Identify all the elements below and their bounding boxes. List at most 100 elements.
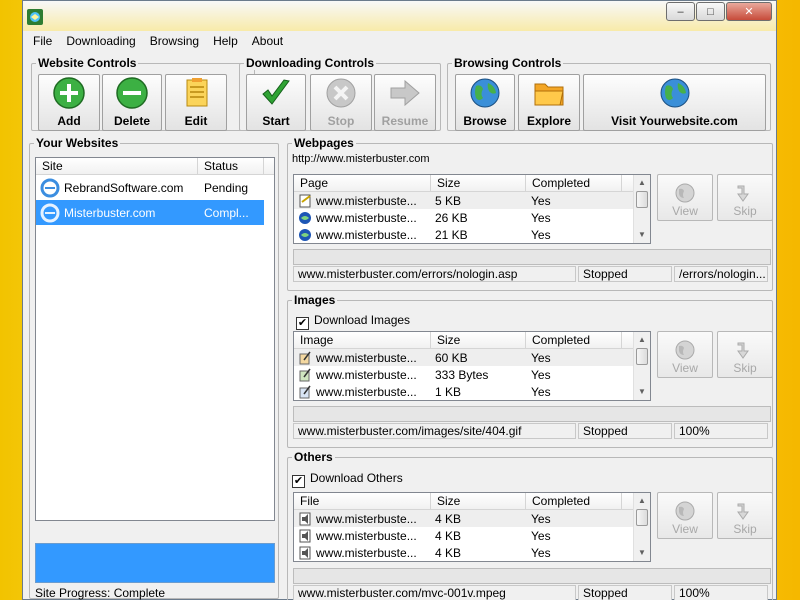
site-status: Pending <box>204 180 249 195</box>
column-image[interactable]: Image <box>294 332 431 348</box>
arrow-right-icon <box>390 79 420 107</box>
column-file[interactable]: File <box>294 493 431 509</box>
stop-icon <box>326 78 356 108</box>
visit-website-button[interactable]: Visit Yourwebsite.com <box>583 74 766 131</box>
globe-icon <box>660 78 689 108</box>
menu-file[interactable]: File <box>26 31 59 53</box>
maximize-button[interactable]: □ <box>696 2 725 21</box>
scroll-down-icon[interactable]: ▼ <box>634 545 650 561</box>
webpages-skip-button[interactable]: Skip <box>717 174 773 221</box>
cell-name: www.misterbuste... <box>316 210 417 225</box>
minimize-button[interactable]: – <box>666 2 695 21</box>
media-file-icon <box>299 512 311 525</box>
cell-size: 333 Bytes <box>435 367 489 382</box>
checkbox-icon[interactable]: ✔ <box>296 317 309 330</box>
scroll-thumb[interactable] <box>636 191 648 208</box>
status-url: www.misterbuster.com/mvc-001v.mpeg <box>293 585 576 600</box>
others-view-button[interactable]: View <box>657 492 713 539</box>
start-label: Start <box>262 114 290 128</box>
download-images-checkbox[interactable]: ✔ Download Images <box>296 313 410 330</box>
column-completed[interactable]: Completed <box>526 493 622 509</box>
websites-list-header: Site Status <box>36 158 274 175</box>
browse-label: Browse <box>463 114 507 128</box>
table-row[interactable]: www.misterbuste... 21 KB Yes <box>294 226 650 243</box>
scroll-up-icon[interactable]: ▲ <box>634 175 650 191</box>
title-bar[interactable]: – □ ✕ <box>23 1 776 31</box>
table-row[interactable]: www.misterbuste... 333 Bytes Yes <box>294 366 650 383</box>
list-item-selected[interactable]: Misterbuster.com Compl... <box>36 200 264 225</box>
column-completed[interactable]: Completed <box>526 175 622 191</box>
images-list[interactable]: Image Size Completed www.misterbuste... … <box>293 331 651 401</box>
edit-button[interactable]: Edit <box>165 74 227 131</box>
add-label: Add <box>57 114 81 128</box>
scroll-up-icon[interactable]: ▲ <box>634 332 650 348</box>
scroll-down-icon[interactable]: ▼ <box>634 227 650 243</box>
column-size[interactable]: Size <box>431 332 526 348</box>
site-status: Compl... <box>204 205 249 220</box>
explore-label: Explore <box>526 114 571 128</box>
add-button[interactable]: Add <box>38 74 100 131</box>
menu-browsing[interactable]: Browsing <box>143 31 206 53</box>
cell-completed: Yes <box>531 384 551 399</box>
column-site[interactable]: Site <box>36 158 198 174</box>
stop-button[interactable]: Stop <box>310 74 372 131</box>
column-status[interactable]: Status <box>198 158 264 174</box>
table-row[interactable]: www.misterbuste... 4 KB Yes <box>294 527 650 544</box>
column-page[interactable]: Page <box>294 175 431 191</box>
column-completed[interactable]: Completed <box>526 332 622 348</box>
close-button[interactable]: ✕ <box>726 2 772 21</box>
scroll-thumb[interactable] <box>636 509 648 526</box>
menu-bar: File Downloading Browsing Help About <box>23 31 776 53</box>
menu-about[interactable]: About <box>245 31 290 53</box>
resume-button[interactable]: Resume <box>374 74 436 131</box>
others-scrollbar[interactable]: ▲ ▼ <box>633 493 650 561</box>
image-file-icon <box>299 385 311 398</box>
start-button[interactable]: Start <box>246 74 306 131</box>
download-others-checkbox[interactable]: ✔ Download Others <box>292 471 403 488</box>
media-file-icon <box>299 529 311 542</box>
others-status-line: www.misterbuster.com/mvc-001v.mpeg Stopp… <box>293 585 770 600</box>
table-row[interactable]: www.misterbuste... 4 KB Yes <box>294 544 650 561</box>
checkbox-icon[interactable]: ✔ <box>292 475 305 488</box>
websites-list[interactable]: Site Status RebrandSoftware.com Pending … <box>35 157 275 521</box>
browse-button[interactable]: Browse <box>455 74 515 131</box>
images-list-header: Image Size Completed <box>294 332 650 349</box>
menu-downloading[interactable]: Downloading <box>59 31 142 53</box>
status-progress: 100% <box>674 423 768 439</box>
globe-icon <box>675 340 695 360</box>
globe-icon <box>470 78 500 108</box>
others-skip-button[interactable]: Skip <box>717 492 773 539</box>
column-size[interactable]: Size <box>431 175 526 191</box>
delete-button[interactable]: Delete <box>102 74 162 131</box>
list-item[interactable]: RebrandSoftware.com Pending <box>36 175 274 200</box>
images-progress-bar <box>293 406 771 422</box>
others-group: Others ✔ Download Others File Size Comple… <box>287 450 773 600</box>
webpages-list[interactable]: Page Size Completed www.misterbuste... 5… <box>293 174 651 244</box>
skip-arrow-icon <box>737 503 749 520</box>
your-websites-group: Your Websites Site Status RebrandSoftwar… <box>29 136 279 600</box>
images-skip-button[interactable]: Skip <box>717 331 773 378</box>
scroll-up-icon[interactable]: ▲ <box>634 493 650 509</box>
visit-website-label: Visit Yourwebsite.com <box>611 114 738 128</box>
webpages-scrollbar[interactable]: ▲ ▼ <box>633 175 650 243</box>
table-row[interactable]: www.misterbuste... 4 KB Yes <box>294 510 633 527</box>
column-size[interactable]: Size <box>431 493 526 509</box>
explore-button[interactable]: Explore <box>518 74 580 131</box>
others-list[interactable]: File Size Completed www.misterbuste... 4… <box>293 492 651 562</box>
folder-icon <box>534 83 564 106</box>
scroll-down-icon[interactable]: ▼ <box>634 384 650 400</box>
table-row[interactable]: www.misterbuste... 1 KB Yes <box>294 383 650 400</box>
cell-completed: Yes <box>531 227 551 242</box>
your-websites-title: Your Websites <box>34 136 121 150</box>
webpages-view-button[interactable]: View <box>657 174 713 221</box>
ie-icon <box>40 178 60 197</box>
table-row[interactable]: www.misterbuste... 26 KB Yes <box>294 209 650 226</box>
scroll-thumb[interactable] <box>636 348 648 365</box>
table-row[interactable]: www.misterbuste... 60 KB Yes <box>294 349 633 366</box>
table-row[interactable]: www.misterbuste... 5 KB Yes <box>294 192 633 209</box>
cell-name: www.misterbuste... <box>316 227 417 242</box>
images-scrollbar[interactable]: ▲ ▼ <box>633 332 650 400</box>
cell-size: 4 KB <box>435 511 462 526</box>
images-view-button[interactable]: View <box>657 331 713 378</box>
menu-help[interactable]: Help <box>206 31 245 53</box>
